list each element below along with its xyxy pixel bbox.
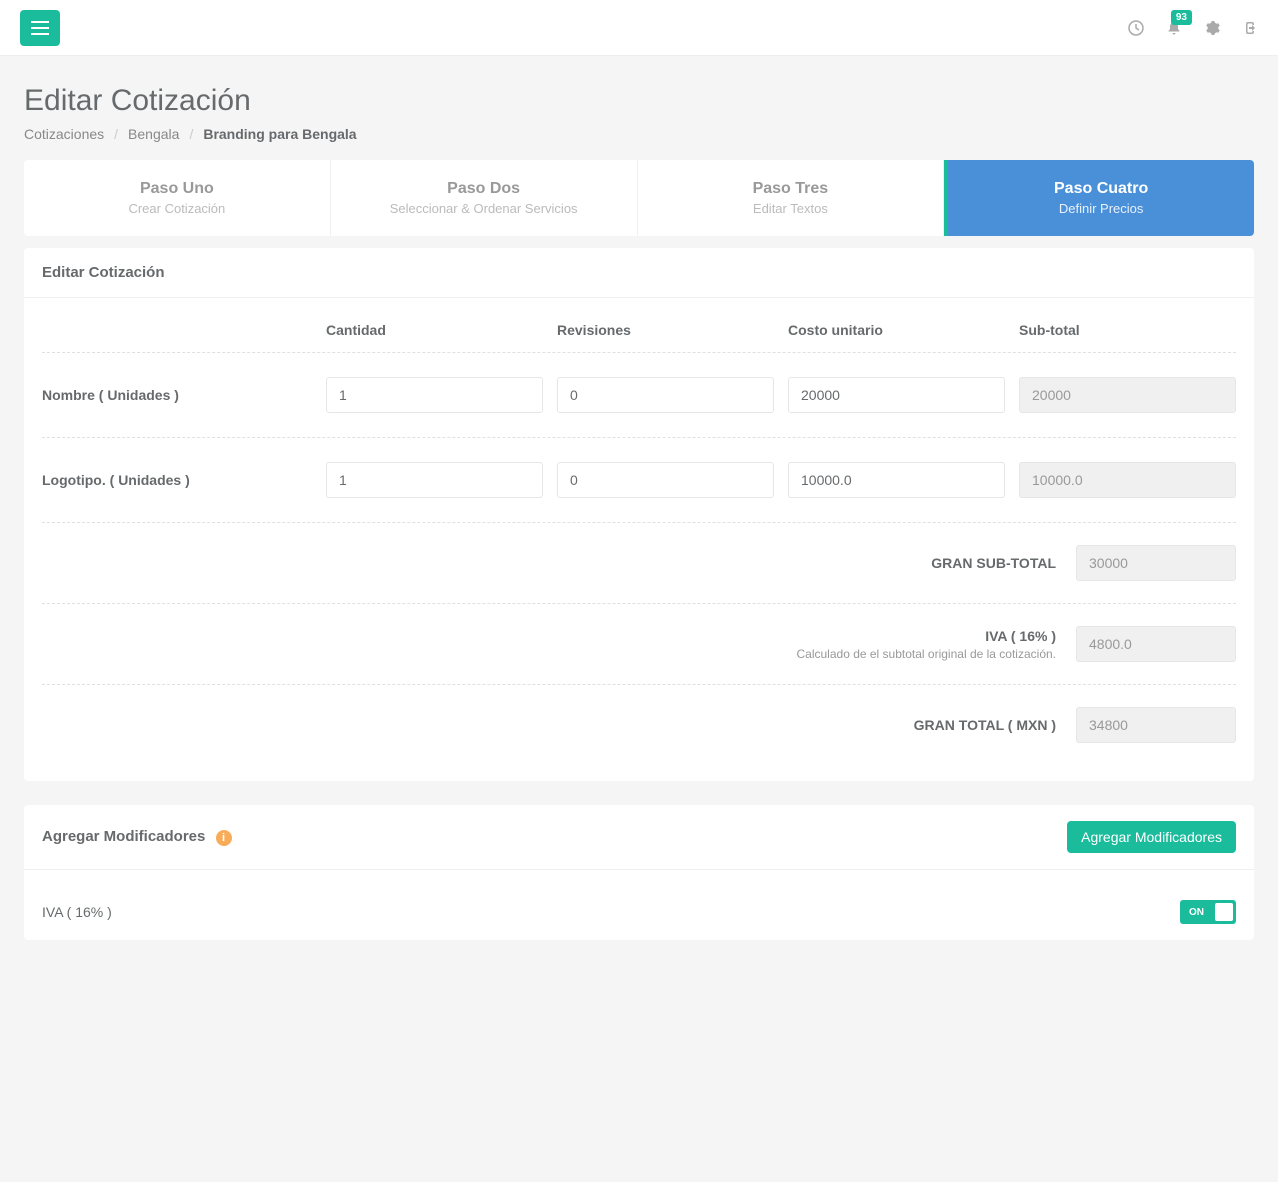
edit-quote-panel: Editar Cotización Cantidad Revisiones Co… bbox=[24, 248, 1254, 781]
cantidad-input[interactable] bbox=[326, 462, 543, 498]
gear-icon[interactable] bbox=[1204, 20, 1220, 36]
page-title: Editar Cotización bbox=[24, 84, 1254, 118]
step-subtitle: Crear Cotización bbox=[34, 201, 320, 216]
bell-icon[interactable]: 93 bbox=[1166, 20, 1182, 36]
col-header-revisiones: Revisiones bbox=[557, 322, 774, 338]
iva-sublabel: Calculado de el subtotal original de la … bbox=[42, 647, 1056, 661]
cantidad-input[interactable] bbox=[326, 377, 543, 413]
gran-total-row: GRAN TOTAL ( MXN ) bbox=[42, 685, 1236, 765]
row-label: Nombre ( Unidades ) bbox=[42, 387, 312, 403]
breadcrumb: Cotizaciones / Bengala / Branding para B… bbox=[24, 126, 1254, 142]
add-modifiers-button[interactable]: Agregar Modificadores bbox=[1067, 821, 1236, 853]
modifier-row: IVA ( 16% ) ON bbox=[42, 886, 1236, 924]
step-subtitle: Editar Textos bbox=[648, 201, 934, 216]
panel-header: Editar Cotización bbox=[24, 248, 1254, 298]
costo-input[interactable] bbox=[788, 462, 1005, 498]
logout-icon[interactable] bbox=[1242, 20, 1258, 36]
iva-value bbox=[1076, 626, 1236, 662]
col-header-costo: Costo unitario bbox=[788, 322, 1005, 338]
hamburger-icon bbox=[31, 21, 49, 35]
row-label: Logotipo. ( Unidades ) bbox=[42, 472, 312, 488]
content: Paso Uno Crear Cotización Paso Dos Selec… bbox=[0, 160, 1278, 988]
iva-label: IVA ( 16% ) Calculado de el subtotal ori… bbox=[42, 628, 1056, 661]
step-one[interactable]: Paso Uno Crear Cotización bbox=[24, 160, 331, 236]
gran-subtotal-value bbox=[1076, 545, 1236, 581]
breadcrumb-item[interactable]: Cotizaciones bbox=[24, 126, 104, 142]
clock-icon[interactable] bbox=[1128, 20, 1144, 36]
breadcrumb-active: Branding para Bengala bbox=[203, 126, 356, 142]
table-row: Nombre ( Unidades ) bbox=[42, 353, 1236, 438]
subtotal-input bbox=[1019, 377, 1236, 413]
notification-badge: 93 bbox=[1171, 10, 1192, 25]
step-title: Paso Tres bbox=[648, 180, 934, 198]
step-title: Paso Dos bbox=[341, 180, 627, 198]
toggle-label: ON bbox=[1180, 907, 1204, 918]
topbar-right: 93 bbox=[1128, 20, 1258, 36]
panel-body: IVA ( 16% ) ON bbox=[24, 870, 1254, 940]
page-header: Editar Cotización Cotizaciones / Bengala… bbox=[0, 56, 1278, 160]
wizard-steps: Paso Uno Crear Cotización Paso Dos Selec… bbox=[24, 160, 1254, 236]
table-row: Logotipo. ( Unidades ) bbox=[42, 438, 1236, 523]
topbar: 93 bbox=[0, 0, 1278, 56]
col-header-cantidad: Cantidad bbox=[326, 322, 543, 338]
step-two[interactable]: Paso Dos Seleccionar & Ordenar Servicios bbox=[331, 160, 638, 236]
step-three[interactable]: Paso Tres Editar Textos bbox=[638, 160, 945, 236]
step-title: Paso Uno bbox=[34, 180, 320, 198]
menu-toggle-button[interactable] bbox=[20, 10, 60, 46]
step-four[interactable]: Paso Cuatro Definir Precios bbox=[944, 160, 1254, 236]
col-header-subtotal: Sub-total bbox=[1019, 322, 1236, 338]
panel-body: Cantidad Revisiones Costo unitario Sub-t… bbox=[24, 298, 1254, 781]
breadcrumb-sep: / bbox=[189, 126, 193, 142]
gran-subtotal-label: GRAN SUB-TOTAL bbox=[42, 555, 1056, 571]
subtotal-input bbox=[1019, 462, 1236, 498]
breadcrumb-sep: / bbox=[114, 126, 118, 142]
step-subtitle: Seleccionar & Ordenar Servicios bbox=[341, 201, 627, 216]
step-subtitle: Definir Precios bbox=[958, 201, 1244, 216]
revisiones-input[interactable] bbox=[557, 377, 774, 413]
modifiers-title: Agregar Modificadores bbox=[42, 828, 205, 845]
table-header-row: Cantidad Revisiones Costo unitario Sub-t… bbox=[42, 314, 1236, 353]
modifier-label: IVA ( 16% ) bbox=[42, 904, 112, 920]
toggle-knob bbox=[1215, 903, 1233, 921]
step-title: Paso Cuatro bbox=[958, 180, 1244, 198]
modifiers-panel: Agregar Modificadores i Agregar Modifica… bbox=[24, 805, 1254, 940]
gran-subtotal-row: GRAN SUB-TOTAL bbox=[42, 523, 1236, 604]
gran-total-label: GRAN TOTAL ( MXN ) bbox=[42, 717, 1056, 733]
iva-toggle[interactable]: ON bbox=[1180, 900, 1236, 924]
breadcrumb-item[interactable]: Bengala bbox=[128, 126, 179, 142]
revisiones-input[interactable] bbox=[557, 462, 774, 498]
iva-row: IVA ( 16% ) Calculado de el subtotal ori… bbox=[42, 604, 1236, 685]
gran-total-value bbox=[1076, 707, 1236, 743]
costo-input[interactable] bbox=[788, 377, 1005, 413]
panel-header: Agregar Modificadores i Agregar Modifica… bbox=[24, 805, 1254, 870]
info-icon[interactable]: i bbox=[216, 830, 232, 846]
